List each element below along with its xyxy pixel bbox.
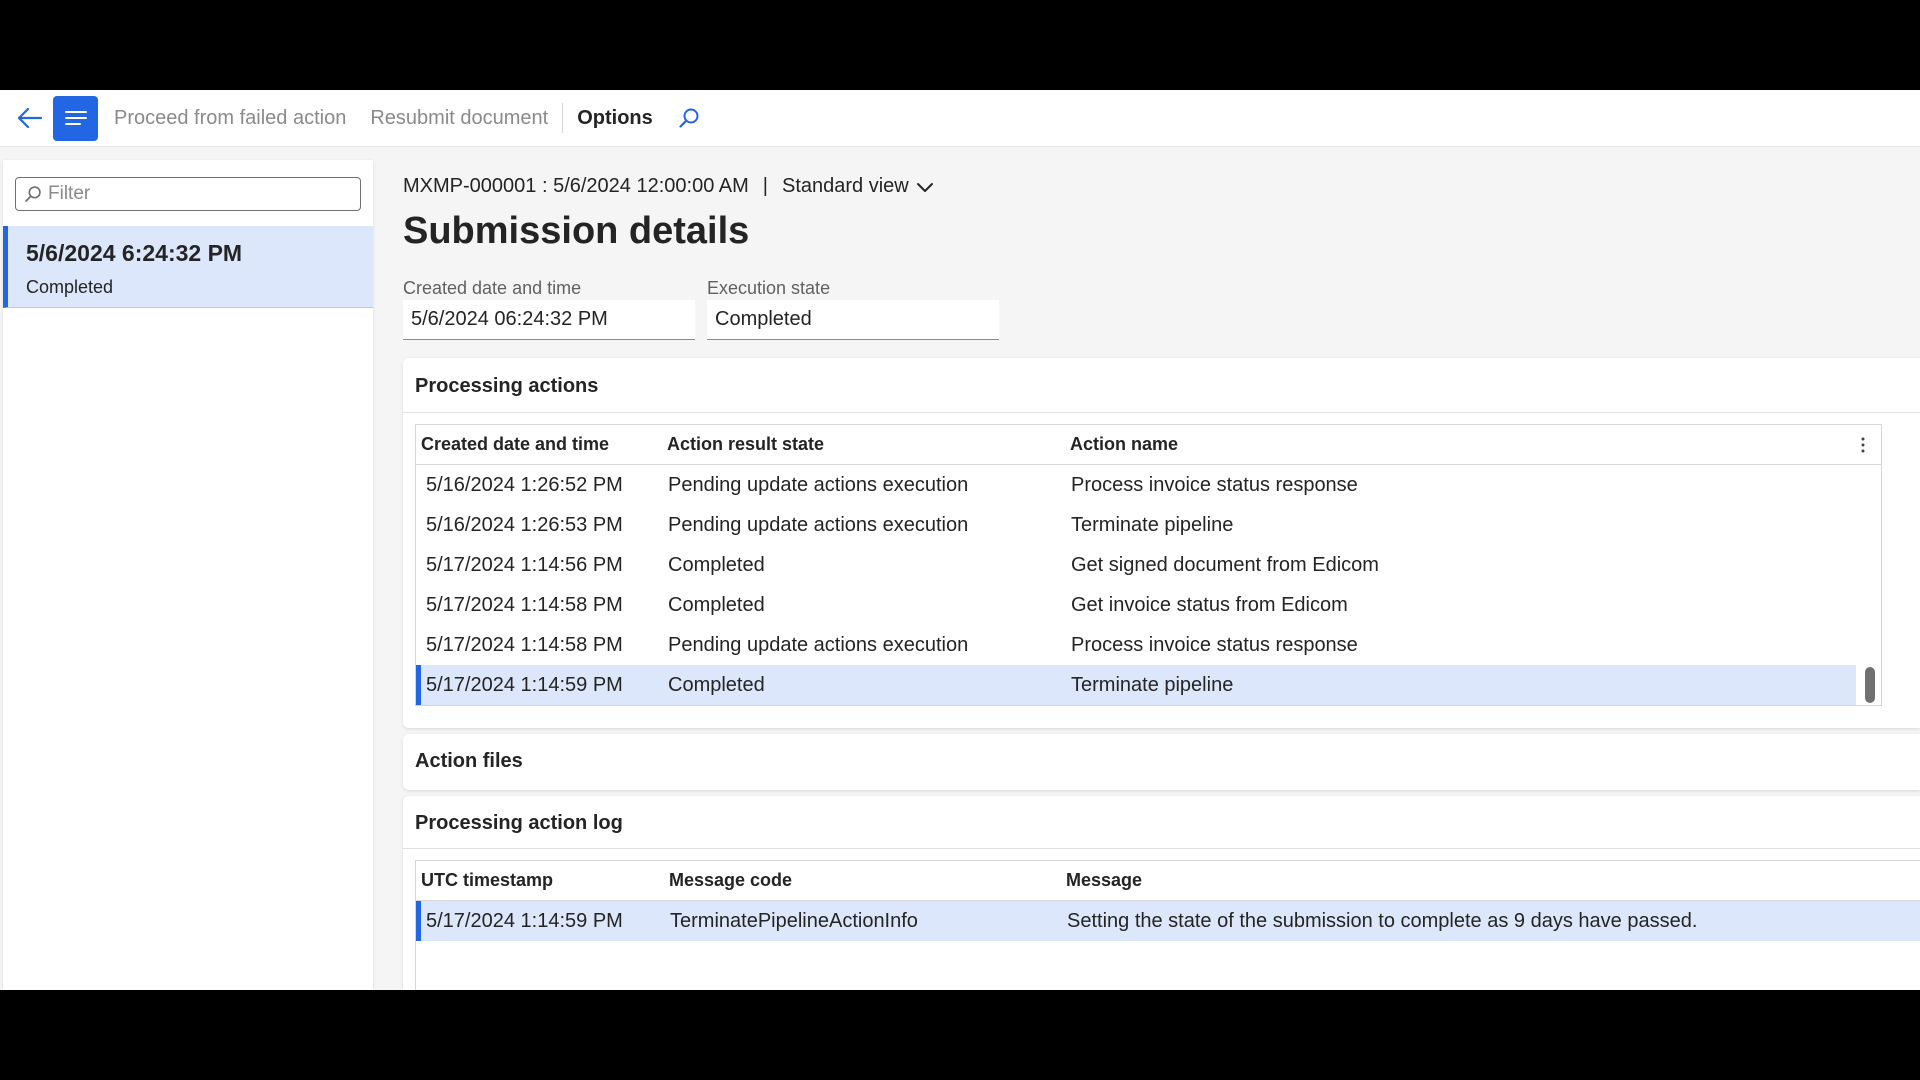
created-date-label: Created date and time xyxy=(403,278,582,298)
proceed-from-failed-action-button[interactable]: Proceed from failed action xyxy=(102,90,358,147)
table-row-selected[interactable]: 5/17/2024 1:14:59 PM TerminatePipelineAc… xyxy=(416,901,1920,941)
table-cell: Completed xyxy=(668,674,765,696)
processing-action-log-card: Processing action log UTC timestamp Mess… xyxy=(403,796,1920,990)
chevron-down-icon xyxy=(916,182,933,192)
table-cell: 5/17/2024 1:14:58 PM xyxy=(426,594,623,616)
table-cell: 5/16/2024 1:26:53 PM xyxy=(426,514,623,536)
table-cell: Completed xyxy=(668,594,765,616)
table-cell: Terminate pipeline xyxy=(1071,514,1234,536)
table-cell: 5/17/2024 1:14:59 PM xyxy=(426,910,623,932)
column-header-utc-timestamp[interactable]: UTC timestamp xyxy=(421,870,553,891)
column-header-action-name[interactable]: Action name xyxy=(1070,434,1178,455)
table-cell: 5/17/2024 1:14:58 PM xyxy=(426,634,623,656)
back-arrow-icon xyxy=(17,107,43,129)
filter-search-icon xyxy=(25,186,41,202)
table-row-selected[interactable]: 5/17/2024 1:14:59 PM Completed Terminate… xyxy=(416,665,1856,705)
processing-actions-grid: Created date and time Action result stat… xyxy=(415,424,1882,706)
table-row[interactable]: 5/16/2024 1:26:53 PM Pending update acti… xyxy=(416,505,1881,545)
card-divider xyxy=(403,412,1920,413)
table-row[interactable]: 5/17/2024 1:14:56 PM Completed Get signe… xyxy=(416,545,1881,585)
back-button[interactable] xyxy=(8,96,52,140)
more-vertical-icon xyxy=(1861,437,1865,453)
details-panel: MXMP-000001 : 5/6/2024 12:00:00 AM | Sta… xyxy=(403,90,1920,990)
column-header-message-code[interactable]: Message code xyxy=(669,870,792,891)
action-files-title: Action files xyxy=(415,750,523,772)
card-divider xyxy=(403,848,1920,849)
table-cell: 5/17/2024 1:14:59 PM xyxy=(426,674,623,696)
table-cell: Setting the state of the submission to c… xyxy=(1067,910,1698,932)
vertical-scrollbar-thumb[interactable] xyxy=(1865,667,1875,703)
grid-header: Created date and time Action result stat… xyxy=(416,425,1881,465)
column-header-message[interactable]: Message xyxy=(1066,870,1142,891)
processing-actions-card: Processing actions Created date and time… xyxy=(403,358,1920,728)
table-cell: Pending update actions execution xyxy=(668,634,969,656)
processing-action-log-title: Processing action log xyxy=(415,812,623,834)
column-header-result-state[interactable]: Action result state xyxy=(667,434,824,455)
action-files-card[interactable]: Action files xyxy=(403,734,1920,790)
column-header-created[interactable]: Created date and time xyxy=(421,434,609,455)
list-item-title: 5/6/2024 6:24:32 PM xyxy=(26,240,243,266)
table-cell: Process invoice status response xyxy=(1071,634,1358,656)
view-label: Standard view xyxy=(781,175,909,197)
table-cell: Pending update actions execution xyxy=(668,474,969,496)
execution-state-field[interactable]: Completed xyxy=(707,300,999,340)
table-cell: Get invoice status from Edicom xyxy=(1071,594,1348,616)
table-cell: Terminate pipeline xyxy=(1071,674,1234,696)
filter-box[interactable] xyxy=(15,177,361,211)
action-log-grid: UTC timestamp Message code Message 5/17/… xyxy=(415,860,1920,990)
list-item-status: Completed xyxy=(26,277,114,297)
record-identifier: MXMP-000001 : 5/6/2024 12:00:00 AM xyxy=(403,175,749,197)
submission-list-pane: 5/6/2024 6:24:32 PM Completed xyxy=(3,160,373,990)
filter-input[interactable] xyxy=(48,183,348,205)
menu-lines-icon xyxy=(64,111,87,125)
table-cell: 5/17/2024 1:14:56 PM xyxy=(426,554,623,576)
table-cell: Process invoice status response xyxy=(1071,474,1358,496)
table-cell: Get signed document from Edicom xyxy=(1071,554,1379,576)
list-item[interactable]: 5/6/2024 6:24:32 PM Completed xyxy=(3,226,373,308)
grid-header: UTC timestamp Message code Message xyxy=(416,861,1920,901)
table-row[interactable]: 5/16/2024 1:26:52 PM Pending update acti… xyxy=(416,465,1881,505)
table-cell: TerminatePipelineActionInfo xyxy=(670,910,918,932)
table-row[interactable]: 5/17/2024 1:14:58 PM Completed Get invoi… xyxy=(416,585,1881,625)
table-cell: 5/16/2024 1:26:52 PM xyxy=(426,474,623,496)
processing-actions-title: Processing actions xyxy=(415,375,599,397)
execution-state-label: Execution state xyxy=(707,278,831,298)
table-cell: Completed xyxy=(668,554,765,576)
breadcrumb-separator: | xyxy=(762,175,768,197)
table-row[interactable]: 5/17/2024 1:14:58 PM Pending update acti… xyxy=(416,625,1881,665)
menu-button[interactable] xyxy=(53,95,98,141)
page-title: Submission details xyxy=(403,210,750,252)
app-screen: Proceed from failed action Resubmit docu… xyxy=(0,90,1920,990)
view-selector[interactable]: Standard view xyxy=(782,175,935,198)
breadcrumb: MXMP-000001 : 5/6/2024 12:00:00 AM | Sta… xyxy=(403,175,935,198)
table-cell: Pending update actions execution xyxy=(668,514,969,536)
more-options-button[interactable] xyxy=(1851,431,1875,459)
created-date-field[interactable]: 5/6/2024 06:24:32 PM xyxy=(403,300,695,340)
